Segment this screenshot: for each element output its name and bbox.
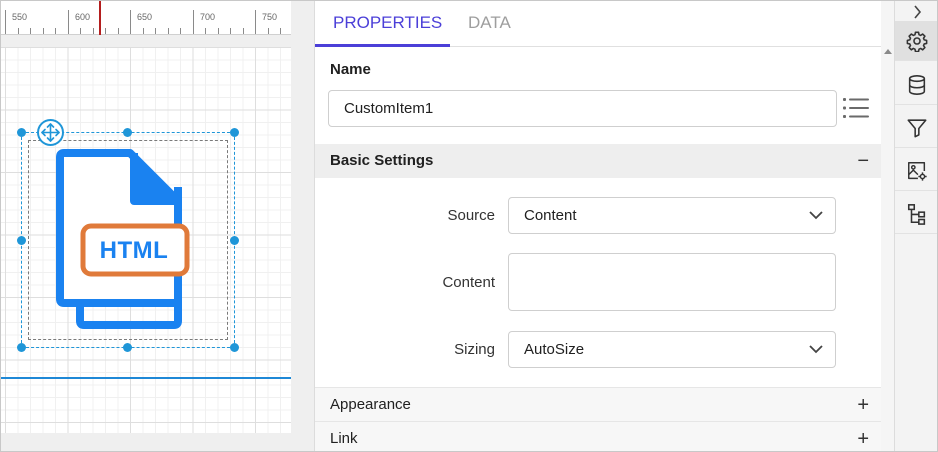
- resize-handle[interactable]: [17, 128, 26, 137]
- tab-data[interactable]: DATA: [468, 13, 511, 47]
- ruler-tick: [255, 10, 256, 34]
- resize-handle[interactable]: [230, 343, 239, 352]
- ruler-tick: [167, 28, 169, 34]
- list-icon[interactable]: [843, 97, 871, 119]
- settings-button[interactable]: [895, 21, 937, 61]
- properties-scrollbar[interactable]: [881, 1, 894, 451]
- report-designer: 550 600 650 700 750 HTML PROPERTIES DATA…: [0, 0, 938, 452]
- panel-tabs: PROPERTIES DATA: [315, 1, 881, 47]
- section-title: Appearance: [330, 396, 411, 413]
- expand-icon[interactable]: +: [857, 388, 869, 422]
- ruler-tick: [80, 28, 81, 34]
- section-title: Link: [330, 430, 358, 447]
- resize-handle[interactable]: [123, 128, 132, 137]
- ruler-label: 650: [137, 12, 153, 22]
- move-handle[interactable]: [37, 119, 64, 146]
- image-settings-icon: [908, 162, 927, 181]
- chevron-right-icon[interactable]: [905, 3, 929, 21]
- resize-handle[interactable]: [17, 343, 26, 352]
- ruler-tick: [142, 28, 144, 34]
- resize-handle[interactable]: [230, 236, 239, 245]
- ruler-tick: [155, 28, 156, 34]
- ruler-tick: [117, 28, 119, 34]
- collapse-icon[interactable]: −: [857, 144, 869, 178]
- report-tree-button[interactable]: [895, 194, 937, 234]
- image-manager-button[interactable]: [895, 151, 937, 191]
- ruler-tick: [205, 28, 206, 34]
- chevron-down-icon: [809, 345, 823, 354]
- ruler-tick: [217, 28, 219, 34]
- ruler-tick: [180, 28, 181, 34]
- ruler-label: 750: [262, 12, 278, 22]
- ruler-tick: [267, 28, 269, 34]
- ruler-tick: [130, 10, 131, 34]
- ruler-tick: [242, 28, 244, 34]
- ruler-position-marker: [99, 1, 101, 35]
- active-tab-indicator: [315, 44, 450, 47]
- tree-icon: [907, 204, 926, 225]
- ruler-tick: [105, 28, 106, 34]
- ruler-tick: [280, 28, 281, 34]
- section-link[interactable]: Link +: [315, 421, 881, 451]
- ruler-tick: [17, 28, 19, 34]
- resize-handle[interactable]: [123, 343, 132, 352]
- sizing-select[interactable]: AutoSize: [508, 331, 836, 368]
- properties-panel: PROPERTIES DATA Name CustomItem1 Basic S…: [315, 1, 881, 451]
- gear-icon: [906, 31, 928, 52]
- ruler-tick: [55, 28, 56, 34]
- ruler-tick: [42, 28, 44, 34]
- source-select[interactable]: Content: [508, 197, 836, 234]
- ruler-tick: [67, 10, 69, 34]
- data-sources-button[interactable]: [895, 65, 937, 105]
- scroll-up-icon[interactable]: [884, 49, 892, 54]
- ruler-tick: [30, 28, 31, 34]
- tab-properties[interactable]: PROPERTIES: [333, 13, 442, 47]
- content-label: Content: [442, 274, 495, 291]
- ruler-label: 550: [12, 12, 28, 22]
- resize-handle[interactable]: [17, 236, 26, 245]
- name-label: Name: [330, 61, 371, 78]
- section-title: Basic Settings: [330, 152, 434, 169]
- sizing-label: Sizing: [454, 341, 495, 358]
- design-canvas[interactable]: 550 600 650 700 750 HTML: [1, 1, 315, 451]
- ruler-tick: [5, 10, 6, 34]
- band-boundary[interactable]: [1, 377, 291, 379]
- sizing-value: AutoSize: [524, 341, 585, 358]
- content-textarea[interactable]: [508, 253, 836, 311]
- horizontal-ruler: 550 600 650 700 750: [1, 1, 291, 35]
- name-field[interactable]: CustomItem1: [328, 90, 837, 127]
- resize-handle[interactable]: [230, 128, 239, 137]
- side-toolbar: [894, 1, 937, 451]
- ruler-tick: [92, 28, 94, 34]
- html-label: HTML: [99, 237, 169, 264]
- ruler-tick: [192, 10, 194, 34]
- ruler-label: 700: [200, 12, 216, 22]
- filter-icon: [907, 119, 927, 138]
- database-icon: [908, 75, 926, 95]
- chevron-down-icon: [809, 211, 823, 220]
- ruler-tick: [230, 28, 231, 34]
- section-appearance[interactable]: Appearance +: [315, 387, 881, 421]
- expand-icon[interactable]: +: [857, 422, 869, 451]
- ruler-label: 600: [75, 12, 91, 22]
- filter-button[interactable]: [895, 108, 937, 148]
- source-value: Content: [524, 207, 577, 224]
- move-arrows-icon: [41, 123, 60, 142]
- source-label: Source: [447, 207, 495, 224]
- section-basic-settings[interactable]: Basic Settings −: [315, 144, 881, 178]
